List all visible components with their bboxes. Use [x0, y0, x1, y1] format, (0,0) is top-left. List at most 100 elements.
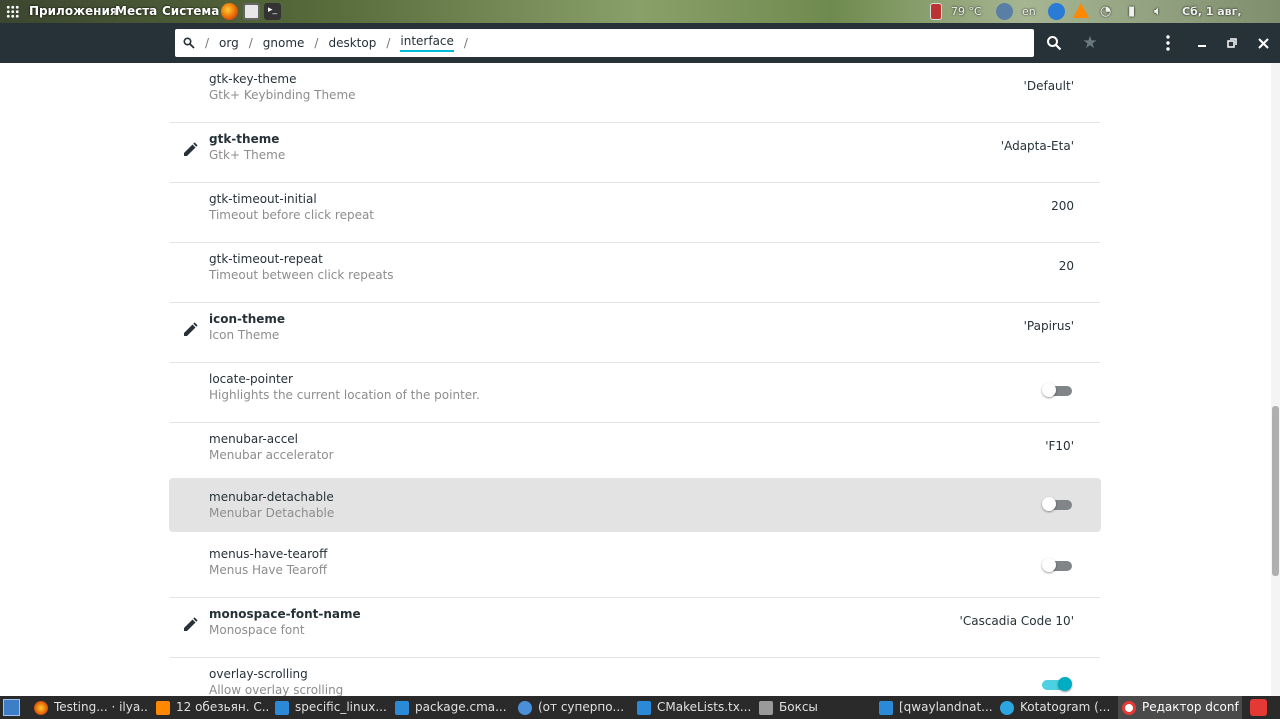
path-segment-org[interactable]: org — [219, 36, 239, 50]
kebab-menu-icon — [1166, 35, 1170, 51]
menu-system[interactable]: Система — [162, 0, 219, 23]
network-applet-icon[interactable] — [996, 3, 1013, 20]
key-description: Allow overlay scrolling — [209, 683, 344, 696]
keyboard-layout[interactable]: en — [1022, 0, 1036, 23]
task-label: (от суперпо... — [538, 700, 625, 714]
vlc-tray-icon[interactable] — [1073, 3, 1089, 18]
key-row-locate-pointer[interactable]: locate-pointer Highlights the current lo… — [170, 363, 1100, 423]
vscode-icon — [637, 700, 651, 715]
key-row-gtk-timeout-initial[interactable]: gtk-timeout-initial Timeout before click… — [170, 183, 1100, 243]
maximize-button[interactable] — [1220, 31, 1244, 55]
key-name: menus-have-tearoff — [209, 547, 328, 561]
key-row-gtk-timeout-repeat[interactable]: gtk-timeout-repeat Timeout between click… — [170, 243, 1100, 303]
scrollbar[interactable] — [1271, 63, 1280, 696]
files-launcher-icon[interactable] — [243, 3, 260, 20]
key-description: Timeout between click repeats — [209, 268, 394, 282]
task-boxes[interactable]: Боксы — [759, 696, 873, 719]
apps-grid-icon[interactable] — [6, 5, 19, 18]
task-label: Kotatogram (... — [1020, 700, 1111, 714]
clock[interactable]: Сб, 1 авг, 16:01 — [1182, 0, 1280, 41]
scrollbar-thumb[interactable] — [1272, 406, 1279, 576]
key-name: gtk-key-theme — [209, 72, 297, 86]
top-panel: Приложения Места Система ▸_ 79 °C en ◔ ▮… — [0, 0, 1280, 41]
task-vscode-4[interactable]: [qwaylandnat... — [879, 696, 993, 719]
pencil-icon — [181, 321, 199, 339]
boxes-icon — [759, 700, 773, 715]
key-row-menubar-detachable[interactable]: menubar-detachable Menubar Detachable — [169, 478, 1101, 532]
path-segment-gnome[interactable]: gnome — [263, 36, 305, 50]
toggle-switch[interactable] — [1042, 558, 1072, 572]
key-row-menus-have-tearoff[interactable]: menus-have-tearoff Menus Have Tearoff — [170, 538, 1100, 598]
firefox-icon — [34, 700, 48, 715]
task-vscode-3[interactable]: CMakeLists.tx... — [637, 696, 753, 719]
task-label: Боксы — [779, 700, 818, 714]
menu-places[interactable]: Места — [115, 0, 157, 23]
minimize-icon — [1198, 45, 1206, 47]
task-telegram[interactable]: Kotatogram (... — [1000, 696, 1114, 719]
firefox-launcher-icon[interactable] — [221, 3, 238, 20]
key-name: gtk-timeout-repeat — [209, 252, 323, 266]
path-bar[interactable]: / org / gnome / desktop / interface / — [175, 29, 1034, 57]
bookmark-star-button[interactable]: ★ — [1078, 31, 1102, 55]
toggle-switch[interactable] — [1042, 383, 1072, 397]
key-name: icon-theme — [209, 312, 286, 326]
show-desktop-button[interactable] — [3, 699, 20, 716]
toggle-switch[interactable] — [1042, 497, 1072, 511]
key-value: 200 — [1051, 199, 1074, 213]
path-separator: / — [463, 36, 468, 50]
volume-icon[interactable]: 🔈︎ — [1154, 0, 1162, 23]
toggle-switch[interactable] — [1042, 677, 1072, 691]
key-name: menubar-accel — [209, 432, 299, 446]
key-row-overlay-scrolling[interactable]: overlay-scrolling Allow overlay scrollin… — [170, 658, 1100, 696]
menu-button[interactable] — [1156, 31, 1180, 55]
task-vscode-2[interactable]: package.cma... — [395, 696, 509, 719]
task-vlc[interactable]: 12 обезьян. С... — [156, 696, 268, 719]
terminal-launcher-icon[interactable]: ▸_ — [264, 3, 281, 20]
path-segment-desktop[interactable]: desktop — [328, 36, 376, 50]
battery-icon[interactable]: ▮ — [1128, 0, 1135, 23]
key-row-icon-theme[interactable]: icon-theme Icon Theme 'Papirus' — [170, 303, 1100, 363]
header-bar: / org / gnome / desktop / interface / ★ — [0, 23, 1280, 63]
key-name: monospace-font-name — [209, 607, 361, 621]
key-row-monospace-font-name[interactable]: monospace-font-name Monospace font 'Casc… — [170, 598, 1100, 658]
task-vscode-1[interactable]: specific_linux... — [275, 696, 391, 719]
telegram-icon — [1000, 700, 1014, 715]
key-row-gtk-key-theme[interactable]: gtk-key-theme Gtk+ Keybinding Theme 'Def… — [170, 63, 1100, 123]
key-description: Menubar Detachable — [209, 506, 335, 520]
key-name: menubar-detachable — [209, 490, 334, 504]
search-button[interactable] — [1042, 31, 1066, 55]
pencil-icon — [181, 616, 199, 634]
key-value: 'Papirus' — [1023, 319, 1074, 333]
key-description: Icon Theme — [209, 328, 280, 342]
dconf-icon — [1122, 700, 1136, 715]
search-key-icon — [183, 37, 195, 49]
key-description: Gtk+ Theme — [209, 148, 286, 162]
close-button[interactable] — [1251, 31, 1275, 55]
tray-app-icon[interactable] — [1250, 699, 1267, 716]
key-description: Highlights the current location of the p… — [209, 388, 480, 402]
task-firefox[interactable]: Testing... · ilya... — [34, 696, 148, 719]
key-row-gtk-theme[interactable]: gtk-theme Gtk+ Theme 'Adapta-Eta' — [170, 123, 1100, 183]
path-separator: / — [314, 36, 319, 50]
task-label: Редактор dconf — [1142, 700, 1239, 714]
search-icon — [1047, 36, 1062, 51]
path-segment-interface[interactable]: interface — [400, 34, 454, 52]
task-dconf-editor[interactable]: Редактор dconf — [1118, 696, 1242, 719]
key-row-menubar-accel[interactable]: menubar-accel Menubar accelerator 'F10' — [170, 423, 1100, 483]
key-name: overlay-scrolling — [209, 667, 308, 681]
update-icon[interactable] — [1048, 3, 1065, 20]
task-label: Testing... · ilya... — [54, 700, 148, 714]
taskbar: Testing... · ilya... 12 обезьян. С... sp… — [0, 696, 1280, 719]
key-value: 'Adapta-Eta' — [1000, 139, 1074, 153]
temperature-readout: 79 °C — [951, 5, 982, 18]
vscode-icon — [395, 700, 409, 715]
menu-applications[interactable]: Приложения — [29, 0, 118, 23]
key-value: 'F10' — [1045, 439, 1074, 453]
minimize-button[interactable] — [1190, 31, 1214, 55]
key-description: Monospace font — [209, 623, 305, 637]
task-label: specific_linux... — [295, 700, 387, 714]
key-description: Menubar accelerator — [209, 448, 334, 462]
wifi-icon[interactable]: ◔ — [1100, 0, 1111, 23]
task-label: package.cma... — [415, 700, 507, 714]
task-chat[interactable]: (от суперпо... — [518, 696, 632, 719]
